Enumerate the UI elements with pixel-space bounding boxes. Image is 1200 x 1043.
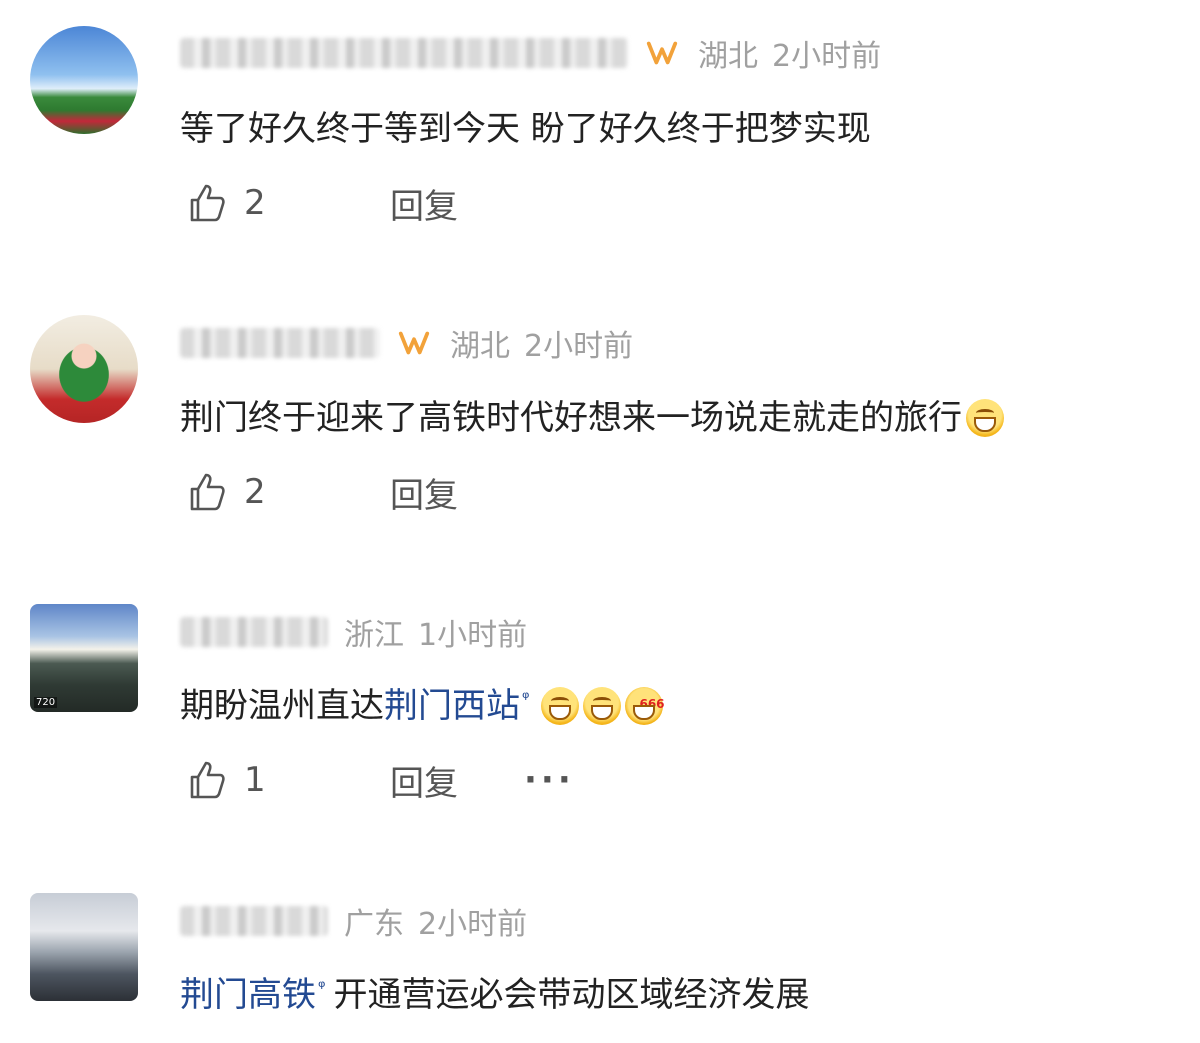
location: 浙江 [344,618,404,653]
thumbs-up-icon [190,473,225,511]
username-blurred[interactable] [180,906,328,936]
like-count: 2 [244,183,266,223]
avatar[interactable] [30,893,138,1001]
avatar-tag: 720 [34,697,58,708]
location: 湖北 [698,39,758,74]
topic-link[interactable]: 荆门西站 [384,683,520,729]
like-button[interactable]: 1 [186,759,304,801]
username-blurred[interactable] [180,328,380,358]
reply-button[interactable]: 回复 [390,756,458,805]
like-count: 2 [244,472,266,512]
comment-text-body: 荆门终于迎来了高铁时代好想来一场说走就走的旅行 [180,398,962,438]
comment-text: 期盼温州直达 荆门西站 ᵠ [180,681,664,729]
timestamp: 1小时前 [418,618,528,653]
comment-text: 荆门终于迎来了高铁时代好想来一场说走就走的旅行 [180,395,1004,441]
timestamp: 2小时前 [418,907,528,942]
comment-text-prefix: 期盼温州直达 [180,686,384,726]
location: 湖北 [450,329,510,364]
reply-button[interactable]: 回复 [390,179,458,228]
vip-badge-icon [396,325,432,361]
grin-emoji-icon [541,687,580,725]
avatar[interactable] [30,26,138,134]
like-button[interactable]: 2 [186,471,304,513]
comment-text: 荆门高铁 ᵠ 开通营运必会带动区域经济发展 [180,972,809,1018]
vip-badge-icon [644,35,680,71]
topic-link[interactable]: 荆门高铁 [180,972,316,1018]
grin-emoji-icon [583,687,622,725]
thumbs-up-icon [190,184,225,222]
more-options-button[interactable]: ··· [524,760,575,800]
like-count: 1 [244,760,266,800]
comment-text: 等了好久终于等到今天 盼了好久终于把梦实现 [180,109,871,149]
thumbs-up-icon [190,761,225,799]
like-button[interactable]: 2 [186,182,304,224]
username-blurred[interactable] [180,617,328,647]
666-emoji-icon [625,681,664,727]
comment-text-suffix: 开通营运必会带动区域经济发展 [333,975,810,1015]
timestamp: 2小时前 [772,39,882,74]
location: 广东 [344,907,404,942]
avatar[interactable] [30,315,138,423]
username-blurred[interactable] [180,38,628,68]
topic-search-icon: ᵠ [318,977,326,998]
grin-emoji-icon [966,399,1004,437]
reply-button[interactable]: 回复 [390,468,458,517]
topic-search-icon: ᵠ [522,688,530,709]
timestamp: 2小时前 [524,329,634,364]
avatar[interactable]: 720 [30,604,138,712]
